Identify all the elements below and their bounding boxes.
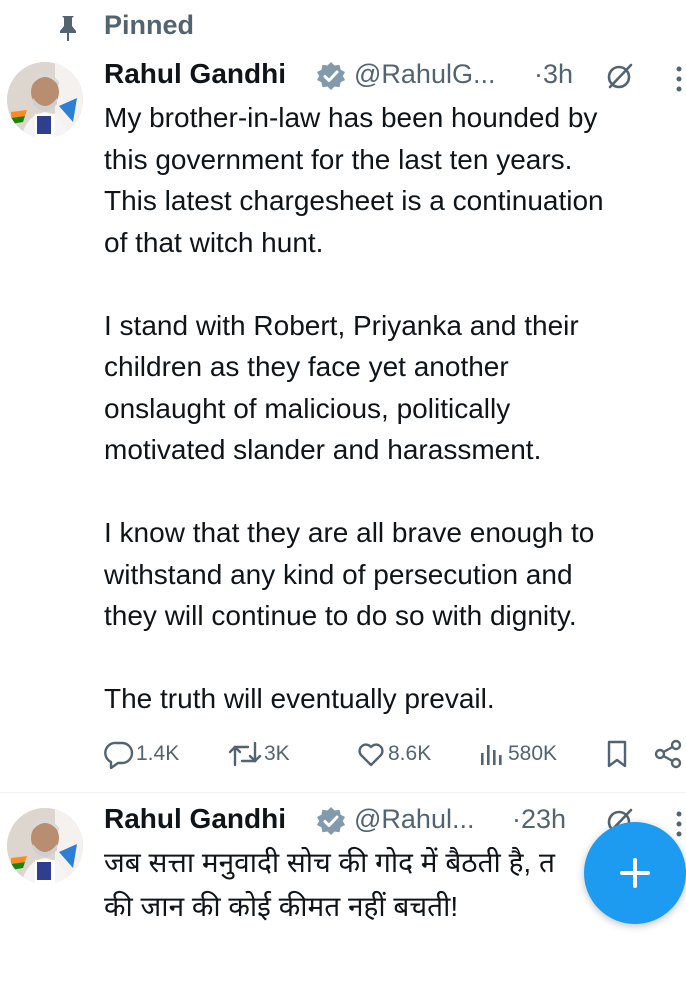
tweet-divider bbox=[0, 792, 686, 793]
like-icon bbox=[358, 743, 384, 767]
share-button[interactable] bbox=[652, 730, 684, 778]
author-handle[interactable]: @RahulG... bbox=[354, 59, 495, 90]
repost-count: 3K bbox=[264, 742, 290, 765]
verified-badge-icon bbox=[317, 62, 345, 90]
avatar[interactable] bbox=[7, 62, 83, 138]
views-icon bbox=[481, 745, 502, 765]
compose-button[interactable] bbox=[584, 822, 686, 924]
verified-badge-icon bbox=[317, 807, 345, 835]
avatar-image bbox=[7, 808, 83, 884]
more-options-icon[interactable] bbox=[674, 809, 684, 839]
tweet-header: Rahul Gandhi @RahulG... ·3h bbox=[104, 58, 686, 98]
like-button[interactable]: 8.6K bbox=[356, 730, 431, 778]
avatar-image bbox=[7, 62, 83, 138]
reply-button[interactable]: 1.4K bbox=[104, 730, 179, 778]
bookmark-icon bbox=[607, 740, 627, 768]
grok-icon[interactable] bbox=[606, 62, 634, 90]
tweet-actions: 1.4K 3K 8.6K 580K bbox=[104, 730, 686, 778]
repost-button[interactable]: 3K bbox=[228, 730, 290, 778]
like-count: 8.6K bbox=[388, 742, 432, 765]
reply-count: 1.4K bbox=[136, 742, 180, 765]
share-icon bbox=[654, 739, 682, 769]
avatar[interactable] bbox=[7, 808, 83, 884]
pinned-label: Pinned bbox=[104, 10, 195, 40]
reply-icon bbox=[104, 741, 134, 769]
tweet-timestamp[interactable]: ·23h bbox=[512, 804, 566, 835]
views-button[interactable]: 580K bbox=[478, 730, 557, 778]
repost-icon bbox=[228, 741, 262, 767]
tweet-timestamp[interactable]: ·3h bbox=[534, 59, 573, 90]
more-options-icon[interactable] bbox=[674, 64, 684, 94]
pinned-indicator: Pinned bbox=[0, 0, 686, 56]
author-name[interactable]: Rahul Gandhi bbox=[104, 58, 286, 90]
author-name[interactable]: Rahul Gandhi bbox=[104, 803, 286, 835]
bookmark-button[interactable] bbox=[604, 730, 630, 778]
views-count: 580K bbox=[508, 742, 558, 765]
tweet-text: My brother-in-law has been hounded by th… bbox=[104, 102, 604, 714]
pin-icon bbox=[60, 16, 76, 41]
author-handle[interactable]: @Rahul... bbox=[354, 804, 474, 835]
